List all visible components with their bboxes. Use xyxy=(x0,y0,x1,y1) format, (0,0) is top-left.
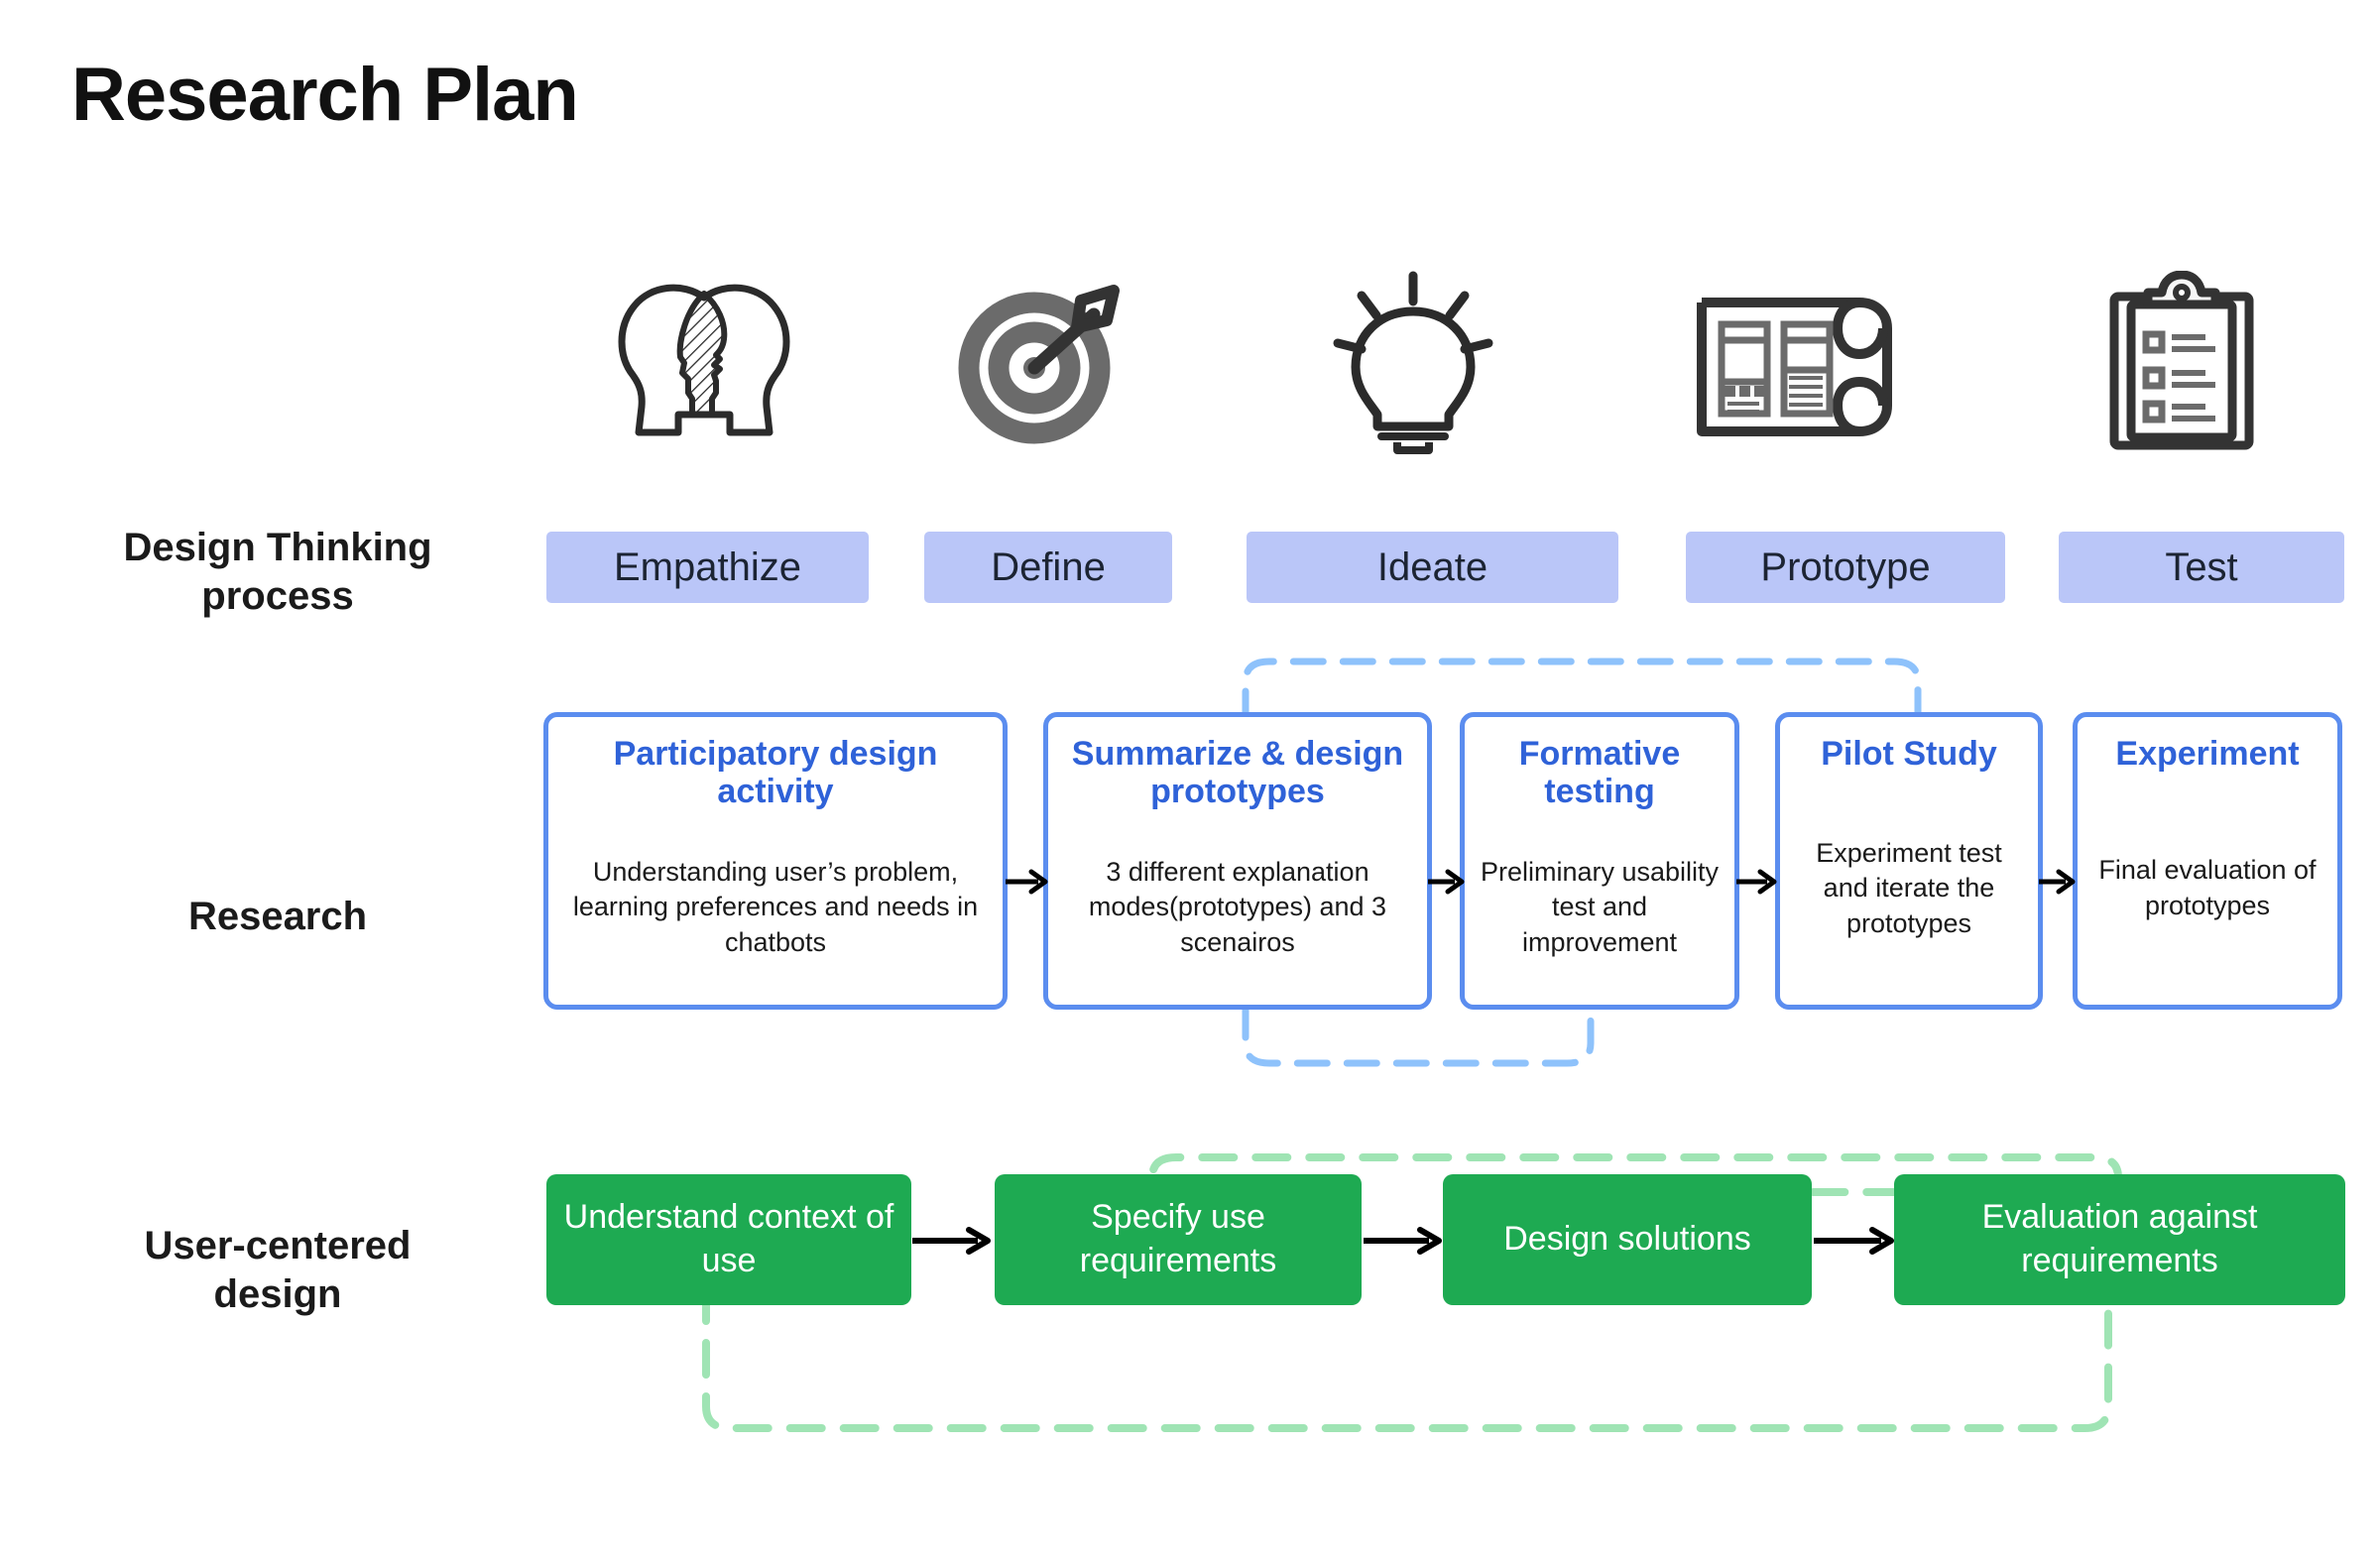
research-step-box-1[interactable]: Participatory design activity Understand… xyxy=(543,712,1008,1010)
research-step-desc: Final evaluation of prototypes xyxy=(2098,855,2317,921)
page-title: Research Plan xyxy=(71,53,579,137)
research-step-box-5[interactable]: Experiment Final evaluation of prototype… xyxy=(2073,712,2342,1010)
stage-pill-test[interactable]: Test xyxy=(2059,532,2344,603)
research-step-title: Experiment xyxy=(2115,735,2300,773)
research-step-desc: 3 different explanation modes(prototypes… xyxy=(1088,856,1387,957)
research-plan-diagram: Research Plan Design Thinking process Re… xyxy=(0,0,2380,1567)
row-label-research: Research xyxy=(20,893,536,941)
research-iteration-loop-bottom xyxy=(1242,1004,1595,1067)
row-label-user-centered-design: User-centered design xyxy=(20,1222,536,1319)
row-label-research-line1: Research xyxy=(187,895,368,938)
research-arrow-1-2 xyxy=(1006,869,1048,895)
research-step-title: Pilot Study xyxy=(1821,735,1997,773)
ucd-arrow-2-3 xyxy=(1364,1227,1442,1255)
research-arrow-2-3 xyxy=(1428,869,1465,895)
research-step-box-4[interactable]: Pilot Study Experiment test and iterate … xyxy=(1775,712,2043,1010)
ucd-iteration-loop-bottom xyxy=(702,1289,2112,1432)
row-label-ucd-line2: design xyxy=(213,1271,342,1316)
ucd-step-box-2[interactable]: Specify use requirements xyxy=(995,1174,1362,1305)
stage-pill-define[interactable]: Define xyxy=(924,532,1172,603)
ucd-arrow-3-4 xyxy=(1814,1227,1894,1255)
row-label-ucd-line1: User-centered xyxy=(144,1224,412,1267)
ucd-arrow-1-2 xyxy=(912,1227,991,1255)
ucd-step-box-1[interactable]: Understand context of use xyxy=(546,1174,911,1305)
ucd-step-box-4[interactable]: Evaluation against requirements xyxy=(1894,1174,2345,1305)
research-step-desc: Experiment test and iterate the prototyp… xyxy=(1816,837,2002,938)
stage-pill-prototype[interactable]: Prototype xyxy=(1686,532,2005,603)
research-step-title: Formative testing xyxy=(1518,735,1681,811)
research-step-box-2[interactable]: Summarize & design prototypes 3 differen… xyxy=(1043,712,1432,1010)
stage-pill-empathize[interactable]: Empathize xyxy=(546,532,869,603)
research-step-title: Summarize & design prototypes xyxy=(1071,735,1404,811)
blueprint-wireframe-icon xyxy=(1626,263,1964,461)
research-arrow-3-4 xyxy=(1736,869,1777,895)
clipboard-checklist-icon xyxy=(2013,263,2350,461)
row-label-design-thinking: Design Thinking process xyxy=(20,524,536,621)
research-step-box-3[interactable]: Formative testing Preliminary usability … xyxy=(1460,712,1739,1010)
two-heads-empathy-icon xyxy=(540,263,868,461)
research-arrow-4-5 xyxy=(2039,869,2076,895)
row-label-design-thinking-line1: Design Thinking xyxy=(123,526,432,569)
research-step-desc: Understanding user’s problem, learning p… xyxy=(572,856,979,957)
research-step-desc: Preliminary usability test and improveme… xyxy=(1480,856,1720,957)
lightbulb-icon xyxy=(1245,263,1582,461)
research-step-title: Participatory design activity xyxy=(613,735,938,811)
ucd-step-box-3[interactable]: Design solutions xyxy=(1443,1174,1812,1305)
stage-pill-ideate[interactable]: Ideate xyxy=(1247,532,1618,603)
target-dart-icon xyxy=(883,263,1200,461)
row-label-design-thinking-line2: process xyxy=(201,573,354,618)
